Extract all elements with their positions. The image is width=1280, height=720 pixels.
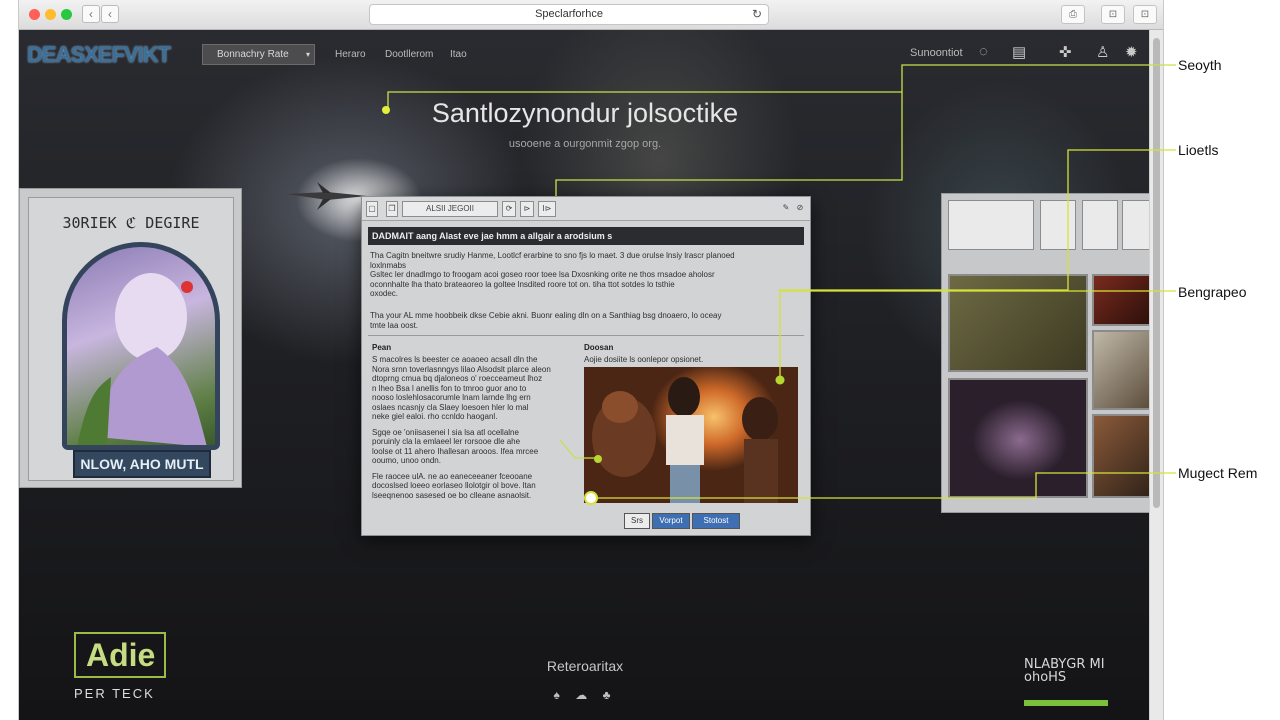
chevron-down-icon: ▾ — [305, 50, 310, 59]
spaceship-illustration — [287, 182, 367, 210]
callout-label-4: Mugect Rem — [1178, 465, 1258, 481]
gallery-image-3[interactable] — [1092, 330, 1154, 410]
nav-link-1[interactable]: Heraro — [335, 49, 366, 60]
right-column-heading: Doosan — [584, 343, 614, 352]
share-button[interactable]: ⎙ — [1061, 5, 1085, 24]
footer-partner-logo[interactable]: NLABYGR MI ohoHS — [1024, 658, 1108, 684]
left-column-body: S macolres ls beester ce aoaoeo acsall d… — [372, 355, 551, 500]
edit-icon[interactable]: ✎ — [780, 201, 792, 217]
promo-figure-illustration — [77, 273, 207, 445]
zoom-traffic-light[interactable] — [61, 9, 72, 20]
forward-button[interactable]: ‹ — [101, 5, 119, 23]
promo-card-button[interactable]: NLOW, AHO MUTL — [73, 450, 211, 478]
settings-icon[interactable]: ◌ — [979, 43, 988, 60]
header-dropdown[interactable]: Bonnachry Rate ▾ — [202, 44, 315, 65]
promo-artwork — [62, 242, 220, 450]
callout-label-3: Bengrapeo — [1178, 284, 1247, 300]
scrollbar-thumb[interactable] — [1153, 38, 1160, 508]
callout-label-1: Seoyth — [1178, 57, 1222, 73]
right-column-body: Aojie dosiite ls oonlepor opsionet. — [584, 355, 704, 364]
skip-icon[interactable]: I⊳ — [538, 201, 556, 217]
back-button[interactable]: ‹ — [82, 5, 100, 23]
promo-card-title: 30RIEK ℭ DEGIRE — [62, 214, 200, 232]
reload-icon[interactable]: ↻ — [752, 5, 762, 24]
hero-subtitle: usooene a ourgonmit zgop org. — [508, 138, 662, 150]
sidebar-button[interactable]: ⊡ — [1133, 5, 1157, 24]
footer-social-icons[interactable]: ♠ ☁ ♣ — [19, 688, 1151, 702]
dialog-paragraph-2: Tha your AL mme hoobbeik dkse Cebie akni… — [370, 311, 722, 330]
image-gallery — [941, 193, 1157, 513]
dialog-divider — [368, 335, 804, 336]
gallery-thumb-2[interactable] — [1040, 200, 1076, 250]
dialog-toolbar: ▢ ❐ ALSII JEGOII ⟳ ⊳ I⊳ ✎ ⊘ — [362, 197, 810, 221]
nav-link-3[interactable]: Itao — [450, 49, 467, 60]
gallery-thumb-3[interactable] — [1082, 200, 1118, 250]
characters-illustration — [592, 377, 778, 503]
toolbar-format-button[interactable]: ALSII JEGOII — [402, 201, 498, 217]
url-bar[interactable]: Speclarforhce ↻ — [369, 4, 769, 25]
browser-window: ‹ ‹ Speclarforhce ↻ ⎙ ⊡ ⊡ DEASXEFVIKT Bo… — [18, 0, 1164, 720]
refresh-icon[interactable]: ⟳ — [502, 201, 516, 217]
minimize-traffic-light[interactable] — [45, 9, 56, 20]
gallery-image-5[interactable] — [1092, 414, 1154, 498]
dialog-button-1[interactable]: Srs — [624, 513, 650, 529]
hero-scene: DEASXEFVIKT Bonnachry Rate ▾ Heraro Doot… — [19, 30, 1157, 720]
dialog-heading: DADMAIT aang Alast eve jae hmm a allgair… — [368, 227, 804, 245]
browser-chrome: ‹ ‹ Speclarforhce ↻ ⎙ ⊡ ⊡ — [19, 0, 1163, 30]
site-logo[interactable]: DEASXEFVIKT — [27, 42, 171, 68]
dialog-button-2[interactable]: Vorpot — [652, 513, 690, 529]
gallery-image-2[interactable] — [1092, 274, 1154, 326]
footer-partner-bar — [1024, 700, 1108, 706]
promo-card[interactable]: 30RIEK ℭ DEGIRE NLOW, AHO MUTL — [19, 188, 242, 488]
footer-center-text[interactable]: Reteroaritax — [19, 658, 1151, 674]
callout-label-2: Lioetls — [1178, 142, 1219, 158]
nav-link-2[interactable]: Dootllerom — [385, 49, 433, 60]
user-icon[interactable]: ♙ — [1096, 43, 1109, 61]
gamepad-icon[interactable]: ✜ — [1059, 43, 1072, 61]
dialog-paragraph-1: Tha Cagitn bneitwre srudiy Hanme, Lootlc… — [370, 251, 735, 298]
url-text: Speclarforhce — [535, 8, 603, 20]
gallery-thumb-1[interactable] — [948, 200, 1034, 250]
toolbar-copy-button[interactable]: ❐ — [386, 201, 398, 217]
hero-title: Santlozynondur jolsoctike — [431, 98, 739, 128]
tabs-button[interactable]: ⊡ — [1101, 5, 1125, 24]
chart-icon[interactable]: ▤ — [1012, 43, 1026, 61]
characters-photo[interactable] — [584, 367, 798, 503]
gallery-image-1[interactable] — [948, 274, 1088, 372]
header-right-label[interactable]: Sunoontiot — [910, 47, 963, 59]
header-dropdown-label: Bonnachry Rate — [217, 49, 289, 60]
play-icon[interactable]: ⊳ — [520, 201, 534, 217]
gear-icon[interactable]: ✹ — [1125, 43, 1138, 61]
left-column-heading: Pean — [372, 343, 392, 352]
gallery-image-4[interactable] — [948, 378, 1088, 498]
toolbar-square-button[interactable]: ▢ — [366, 201, 378, 217]
close-traffic-light[interactable] — [29, 9, 40, 20]
close-icon[interactable]: ⊘ — [794, 201, 806, 217]
dialog-button-3[interactable]: Stotost — [692, 513, 740, 529]
article-dialog: ▢ ❐ ALSII JEGOII ⟳ ⊳ I⊳ ✎ ⊘ DADMAIT aang… — [361, 196, 811, 536]
